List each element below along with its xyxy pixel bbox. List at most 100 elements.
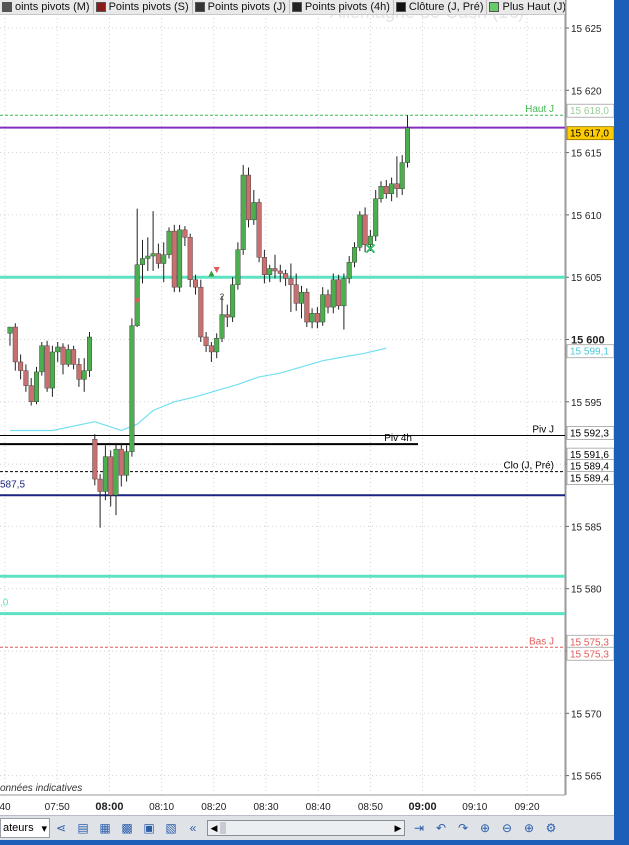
zoom-fit-icon[interactable]: ⊕: [476, 819, 494, 837]
scroll-right-arrow[interactable]: ▶: [392, 823, 404, 834]
candle-body: [309, 313, 315, 323]
calculator-icon[interactable]: ▦: [96, 819, 114, 837]
redo-icon[interactable]: ↷: [454, 819, 472, 837]
candle-body: [251, 202, 257, 221]
legend-swatch: [95, 2, 106, 12]
time-tick-label: 08:00: [95, 801, 123, 813]
candle-body: [373, 198, 379, 237]
price-tick-label: 15 595: [571, 398, 602, 409]
candle-body: [267, 268, 273, 275]
legend-label: Clôture (J, Pré): [408, 1, 484, 13]
candle-body: [187, 237, 193, 280]
candle-body: [346, 262, 352, 279]
scroll-left-arrow[interactable]: ◀: [208, 823, 220, 834]
candle-body: [272, 268, 278, 272]
rewind-icon[interactable]: «: [184, 819, 202, 837]
comment-icon[interactable]: ▤: [74, 819, 92, 837]
candle-body: [60, 346, 66, 365]
candle-body: [256, 202, 262, 258]
chart-toolbar: ateurs ▾ ⋖ ▤ ▦ ▩ ▣ ▧ « ◀ ▶ ⇥ ↶ ↷ ⊕ ⊖ ⊕ ⚙: [0, 815, 614, 840]
price-tick-label: 15 605: [571, 273, 602, 284]
time-tick-label: 08:20: [201, 802, 226, 813]
level-label: Piv J: [532, 424, 554, 435]
candle-body: [65, 349, 71, 365]
level-label: Piv 4h: [384, 433, 412, 444]
candle-body: [357, 214, 363, 248]
chevron-down-icon: ▾: [41, 822, 47, 835]
indicators-dropdown[interactable]: ateurs ▾: [0, 818, 50, 838]
candle-body: [383, 186, 389, 194]
candle-body: [145, 255, 151, 259]
candle-body: [81, 370, 87, 380]
zoom-in-icon[interactable]: ⊕: [520, 819, 538, 837]
time-tick-label: 08:40: [306, 802, 331, 813]
legend-item[interactable]: Points pivots (J): [193, 0, 290, 14]
level-label: Clo (J, Pré): [503, 461, 554, 472]
time-tick-label: 09:10: [462, 802, 487, 813]
legend-label: Plus Haut (J): [502, 1, 565, 13]
chart-grid: [0, 0, 566, 796]
candle-body: [230, 284, 236, 318]
candle-body: [240, 174, 246, 250]
candle-body: [394, 183, 400, 189]
legend-swatch: [395, 2, 406, 12]
candle-body: [124, 451, 130, 476]
share-icon[interactable]: ⋖: [52, 819, 70, 837]
indicative-data-note: onnées indicatives: [0, 783, 82, 794]
indicators-label: ateurs: [3, 822, 34, 834]
window-frame-right: [614, 0, 629, 845]
candle-body: [235, 249, 241, 285]
price-tick-label: 15 615: [571, 149, 602, 160]
legend-label: Points pivots (4h): [304, 1, 390, 13]
candle-body: [12, 326, 18, 363]
candle-body: [18, 361, 24, 371]
time-tick-label: 09:20: [514, 802, 539, 813]
level-label: ,0: [0, 598, 9, 609]
candle-body: [320, 294, 326, 323]
legend-item[interactable]: Points pivots (S): [94, 0, 193, 14]
horizontal-scrollbar[interactable]: ◀ ▶: [207, 820, 405, 836]
trade-count-label: 2: [220, 293, 225, 302]
legend-swatch: [194, 2, 205, 12]
scroll-thumb[interactable]: [220, 822, 226, 834]
legend-item[interactable]: Clôture (J, Pré): [394, 0, 488, 14]
candle-body: [367, 235, 373, 246]
time-tick-label: 40: [0, 802, 11, 813]
price-tag-label: 15 589,4: [570, 462, 609, 473]
indicators-icon[interactable]: ▧: [162, 819, 180, 837]
move-to-end-icon[interactable]: ⇥: [410, 819, 428, 837]
price-tick-label: 15 565: [571, 772, 602, 783]
legend-item[interactable]: oints pivots (M): [0, 0, 94, 14]
grid-icon[interactable]: ▩: [118, 819, 136, 837]
candle-body: [150, 253, 156, 257]
price-chart[interactable]: Haut J Piv J Piv 4h Clo (J, Pré) 587,5 ,0 Bas …: [0, 0, 614, 815]
level-label: Bas J: [529, 636, 554, 647]
undo-icon[interactable]: ↶: [432, 819, 450, 837]
candle-body: [314, 313, 320, 323]
candle-body: [219, 314, 225, 339]
time-tick-label: 09:00: [409, 801, 437, 813]
price-tag-label: 15 575,3: [570, 649, 609, 660]
price-tag-label: 15 592,3: [570, 428, 609, 439]
candle-body: [341, 278, 347, 307]
chart-window-icon[interactable]: ▣: [140, 819, 158, 837]
candle-body: [166, 230, 172, 255]
settings-icon[interactable]: ⚙: [542, 819, 560, 837]
candle-body: [203, 336, 209, 346]
candle-body: [161, 254, 167, 264]
candle-body: [39, 345, 45, 373]
legend-label: Points pivots (J): [207, 1, 286, 13]
candle-body: [304, 291, 310, 323]
price-tag-label: 15 618,0: [570, 106, 609, 117]
candle-body: [330, 279, 336, 308]
legend-item[interactable]: Plus Haut (J): [487, 0, 565, 14]
legend-swatch: [2, 2, 12, 12]
candle-body: [76, 364, 82, 380]
legend-swatch: [489, 2, 500, 12]
legend-item[interactable]: Points pivots (4h): [290, 0, 394, 14]
candle-body: [118, 448, 124, 476]
zoom-out-icon[interactable]: ⊖: [498, 819, 516, 837]
candle-body: [155, 253, 161, 264]
time-tick-label: 08:50: [358, 802, 383, 813]
plot-background: [0, 0, 565, 795]
